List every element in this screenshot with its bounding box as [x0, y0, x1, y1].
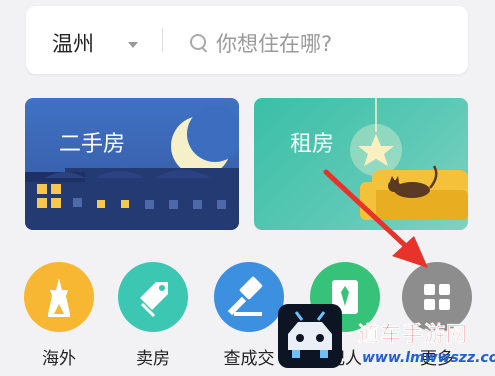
- night-town-illustration: [25, 106, 239, 230]
- city-selector[interactable]: 温州: [52, 28, 94, 58]
- ershoufang-title: 二手房: [59, 132, 126, 157]
- maifang-button[interactable]: [118, 262, 188, 332]
- watermark-url: www.lmwwszz.com: [362, 350, 495, 366]
- haiwai-label: 海外: [42, 349, 76, 369]
- watermark-logo: [278, 304, 342, 368]
- chachengjiao-button[interactable]: [214, 262, 284, 332]
- sofa-illustration: [350, 98, 468, 220]
- search-input[interactable]: 你想住在哪?: [216, 28, 332, 58]
- tag-icon: [140, 282, 168, 318]
- caret-down-icon[interactable]: [128, 42, 138, 48]
- moon-icon: [171, 106, 239, 176]
- zufang-card[interactable]: 租房: [254, 98, 468, 230]
- tower-icon: [48, 278, 70, 317]
- gavel-icon: [227, 276, 263, 316]
- ershoufang-card[interactable]: 二手房: [25, 98, 239, 230]
- search-bar: 温州 你想住在哪?: [26, 6, 468, 74]
- search-icon: [190, 34, 206, 50]
- watermark-text: 道车手游网: [358, 322, 468, 347]
- zufang-title: 租房: [290, 132, 335, 157]
- haiwai-button[interactable]: [24, 262, 94, 332]
- divider: [162, 28, 163, 52]
- maifang-label: 卖房: [136, 349, 170, 369]
